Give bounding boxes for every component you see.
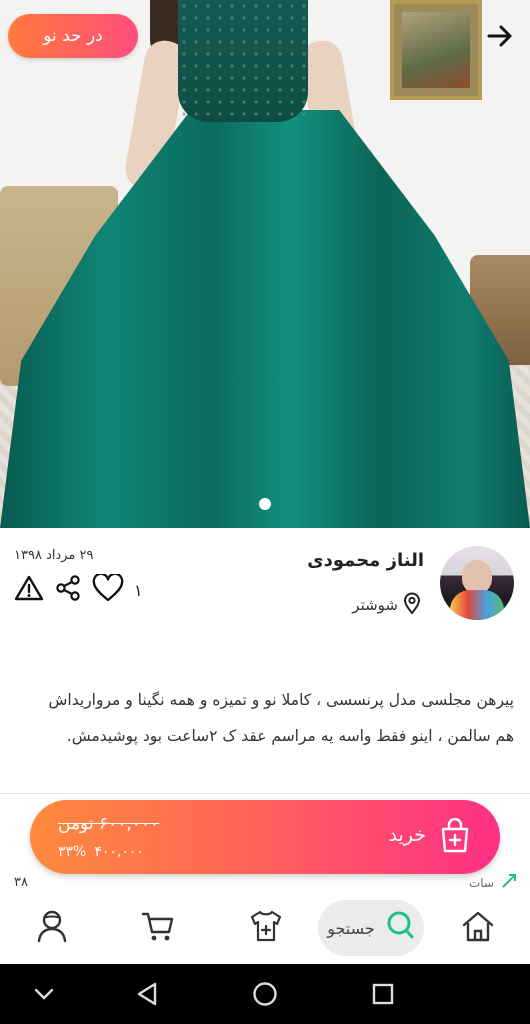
search-icon: [381, 909, 415, 947]
post-date: ۲۹ مرداد ۱۳۹۸: [14, 548, 94, 563]
footer-app-hint: سات: [469, 872, 518, 893]
image-dress-bodice: [178, 0, 308, 122]
report-icon[interactable]: [14, 574, 44, 606]
cart-icon: [140, 909, 176, 947]
back-triangle-icon[interactable]: [131, 978, 163, 1010]
share-icon[interactable]: [54, 574, 82, 606]
old-price: ۶۰۰,۰۰۰ تومن: [58, 814, 160, 834]
home-icon: [460, 909, 496, 947]
carousel-indicator: [259, 498, 271, 510]
like-count: ۱: [134, 580, 143, 600]
buy-label: خرید: [388, 824, 427, 846]
search-label: جستجو: [327, 918, 375, 938]
tab-search[interactable]: جستجو: [318, 900, 424, 956]
image-picture-frame: [390, 0, 482, 100]
arrow-right-icon[interactable]: [484, 18, 516, 54]
shopping-bag-plus-icon: [438, 817, 472, 854]
location-pin-icon: [402, 592, 422, 618]
seller-avatar[interactable]: [440, 546, 514, 620]
new-price-row: ۴۰۰,۰۰۰ ۳۳%: [58, 844, 144, 860]
system-navigation-bar: [0, 964, 530, 1024]
shirt-plus-icon: [248, 909, 284, 947]
product-image[interactable]: [0, 0, 530, 528]
seller-name[interactable]: الناز محمودی: [307, 550, 424, 571]
home-circle-icon[interactable]: [249, 978, 281, 1010]
bottom-tab-bar: جستجو: [0, 892, 530, 964]
chevron-down-icon[interactable]: [28, 978, 60, 1010]
footer-count: ۳۸: [14, 875, 28, 890]
user-icon: [34, 908, 70, 948]
product-description: پیرهن مجلسی مدل پرنسسی ، کاملا نو و تمیز…: [48, 691, 514, 745]
recents-square-icon[interactable]: [367, 978, 399, 1010]
new-price: ۴۰۰,۰۰۰: [94, 844, 144, 860]
tab-add-item[interactable]: [236, 892, 296, 964]
heart-icon[interactable]: [92, 572, 124, 606]
seller-location: شوشتر: [352, 592, 422, 618]
tab-cart[interactable]: [128, 892, 188, 964]
divider: [0, 793, 530, 794]
discount-percent: ۳۳%: [58, 844, 87, 860]
tab-home[interactable]: [448, 892, 508, 964]
post-actions: ۱: [14, 572, 143, 606]
condition-badge: در حد نو: [8, 14, 138, 58]
location-label: شوشتر: [352, 596, 398, 614]
expand-arrows-icon: [500, 872, 518, 893]
buy-button[interactable]: خرید ۶۰۰,۰۰۰ تومن ۴۰۰,۰۰۰ ۳۳%: [30, 800, 500, 874]
tab-profile[interactable]: [22, 892, 82, 964]
footer-app-text: سات: [468, 875, 494, 890]
